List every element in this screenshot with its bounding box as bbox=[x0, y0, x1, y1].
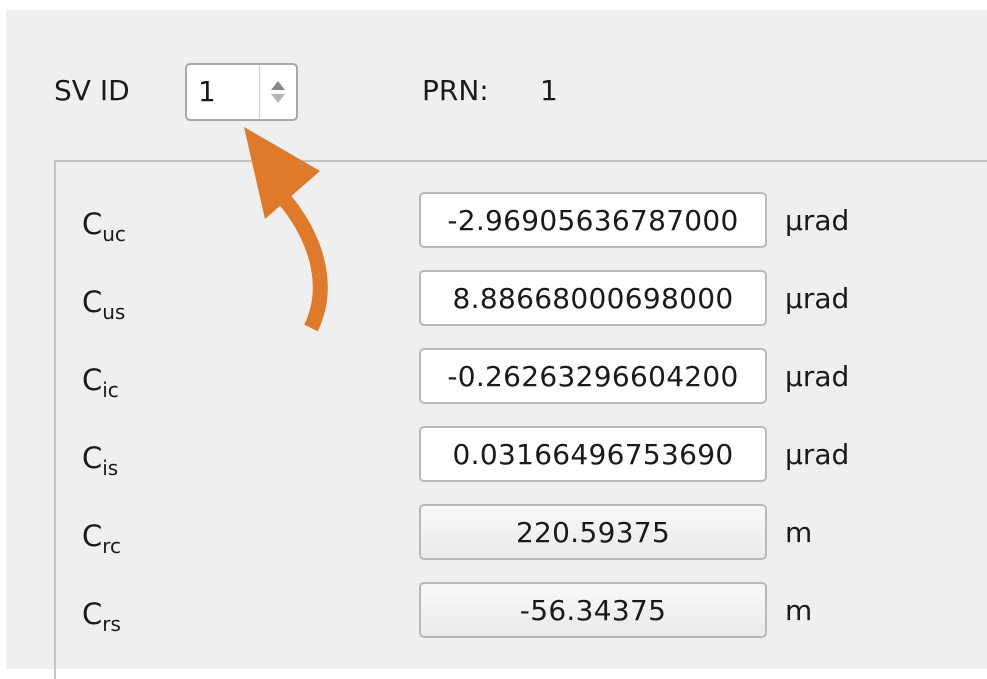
ephemeris-panel: SV ID 1 PRN: 1 Cuc -2.96905636787000 µra… bbox=[6, 10, 987, 679]
coefficient-label: Cus bbox=[82, 285, 126, 324]
unit-label: m bbox=[785, 594, 813, 627]
correction-coefficients-group: Cuc -2.96905636787000 µrad Cus 8.8866800… bbox=[54, 160, 987, 679]
unit-label: µrad bbox=[785, 438, 850, 471]
coefficient-field[interactable]: 8.88668000698000 bbox=[419, 270, 767, 326]
coefficient-label: Crc bbox=[82, 519, 122, 558]
coefficient-label: Cuc bbox=[82, 207, 126, 246]
sv-id-spinbox[interactable]: 1 bbox=[185, 63, 298, 121]
triangle-down-icon[interactable] bbox=[271, 94, 285, 103]
coefficient-field[interactable]: -56.34375 bbox=[419, 582, 767, 638]
prn-value: 1 bbox=[540, 74, 558, 107]
triangle-up-icon[interactable] bbox=[271, 81, 285, 90]
unit-label: m bbox=[785, 516, 813, 549]
coefficient-label: Cis bbox=[82, 441, 119, 480]
coefficient-field[interactable]: -0.26263296604200 bbox=[419, 348, 767, 404]
unit-label: µrad bbox=[785, 282, 850, 315]
coefficient-label: Cic bbox=[82, 363, 119, 402]
unit-label: µrad bbox=[785, 360, 850, 393]
sv-id-label: SV ID bbox=[54, 74, 130, 107]
sv-id-value[interactable]: 1 bbox=[198, 75, 216, 108]
coefficient-field[interactable]: -2.96905636787000 bbox=[419, 192, 767, 248]
coefficient-field[interactable]: 220.59375 bbox=[419, 504, 767, 560]
coefficient-label: Crs bbox=[82, 597, 121, 636]
prn-label: PRN: bbox=[422, 74, 489, 107]
spin-buttons bbox=[259, 65, 296, 119]
coefficient-field[interactable]: 0.03166496753690 bbox=[419, 426, 767, 482]
unit-label: µrad bbox=[785, 204, 850, 237]
